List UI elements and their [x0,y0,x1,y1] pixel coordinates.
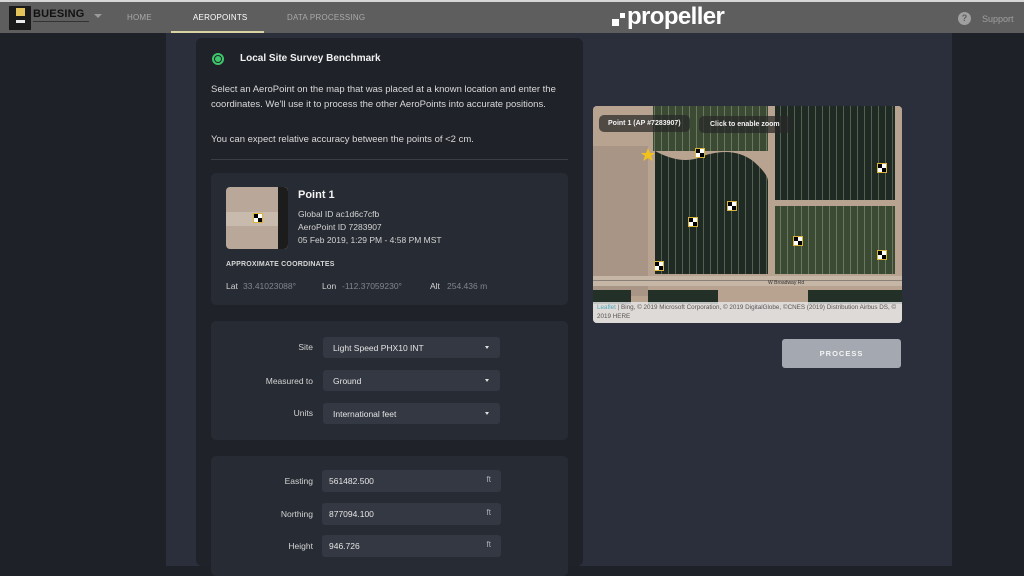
help-icon[interactable]: ? [958,12,971,25]
point-thumbnail [226,187,288,249]
lon-label: Lon [322,281,337,291]
height-unit: ft [486,540,491,549]
aeropoint-marker-icon[interactable] [727,201,737,211]
aeropoint-marker-icon[interactable] [877,250,887,260]
aeropoint-id: AeroPoint ID 7283907 [298,222,382,232]
time-range: 05 Feb 2019, 1:29 PM - 4:58 PM MST [298,235,442,245]
height-input[interactable]: 946.726 ft [322,535,501,557]
site-select[interactable]: Light Speed PHX10 INT [323,337,500,358]
measured-to-select[interactable]: Ground [323,370,500,391]
nav-data-processing[interactable]: DATA PROCESSING [287,13,365,22]
caret-down-icon [485,412,489,415]
divider [211,159,568,160]
attribution-text: | Bing, © 2019 Microsoft Corporation, © … [597,304,897,320]
caret-down-icon [485,379,489,382]
map-imagery: W Broadway Rd [593,106,902,323]
lat-label: Lat [226,281,238,291]
easting-label: Easting [284,476,313,486]
field-right-top [775,106,895,200]
chevron-down-icon[interactable] [94,14,102,18]
nav-aeropoints[interactable]: AEROPOINTS [193,13,247,22]
accuracy-note: You can expect relative accuracy between… [211,134,474,145]
point-tooltip: Point 1 (AP #7283907) [599,115,690,132]
aeropoint-marker-icon[interactable] [793,236,803,246]
aeropoint-marker-icon [253,213,263,223]
northing-label: Northing [280,509,313,519]
units-select[interactable]: International feet [323,403,500,424]
northing-value: 877094.100 [329,509,374,519]
logo-text: BUESING [33,8,85,20]
company-logo[interactable]: BUESING [9,6,91,30]
logo-mark-icon [9,6,31,30]
easting-unit: ft [486,475,491,484]
lat-value: 33.41023088° [243,281,297,291]
northing-unit: ft [486,508,491,517]
nav-home[interactable]: HOME [127,13,152,22]
satellite-map[interactable]: W Broadway Rd Point 1 (AP #7283907) Clic… [593,106,902,323]
support-link[interactable]: Support [982,14,1014,24]
measured-to-label: Measured to [265,376,313,386]
brand-text: propeller [627,3,725,30]
process-button[interactable]: PROCESS [782,339,901,368]
alt-value: 254.436 m [447,281,488,291]
road-line [593,280,902,281]
road-label: W Broadway Rd [768,280,804,286]
approx-coords-heading: APPROXIMATE COORDINATES [226,261,335,268]
alt-label: Alt [430,281,440,291]
benchmark-description: Select an AeroPoint on the map that was … [211,84,556,110]
caret-down-icon [485,346,489,349]
aeropoint-marker-icon[interactable] [877,163,887,173]
site-select-value: Light Speed PHX10 INT [333,343,424,353]
site-label: Site [298,342,313,352]
units-label: Units [293,408,313,418]
point-title: Point 1 [298,189,335,201]
height-label: Height [288,541,313,551]
easting-value: 561482.500 [329,476,374,486]
benchmark-radio[interactable] [212,53,224,65]
thumbnail-edge [278,187,288,249]
global-id: Global ID ac1d6c7cfb [298,209,380,219]
northing-input[interactable]: 877094.100 ft [322,503,501,525]
thumbnail-road [226,212,278,226]
map-attribution: Leaflet | Bing, © 2019 Microsoft Corpora… [593,302,902,323]
leaflet-link[interactable]: Leaflet [597,304,616,311]
logo-tagline [33,21,89,27]
units-select-value: International feet [333,409,397,419]
aeropoint-marker-icon[interactable] [688,217,698,227]
benchmark-title: Local Site Survey Benchmark [240,53,381,64]
terrain-left [593,146,648,296]
brand-square-icon [612,19,619,26]
zoom-hint[interactable]: Click to enable zoom [699,116,791,133]
aeropoint-marker-icon[interactable] [695,148,705,158]
easting-input[interactable]: 561482.500 ft [322,470,501,492]
lon-value: -112.37059230° [342,281,402,291]
top-nav-bar: BUESING HOME AEROPOINTS DATA PROCESSING … [0,0,1024,34]
brand-square-small-icon [620,13,625,18]
aeropoint-marker-icon[interactable] [654,261,664,271]
measured-to-select-value: Ground [333,376,362,386]
height-value: 946.726 [329,541,360,551]
field-main [655,151,768,274]
